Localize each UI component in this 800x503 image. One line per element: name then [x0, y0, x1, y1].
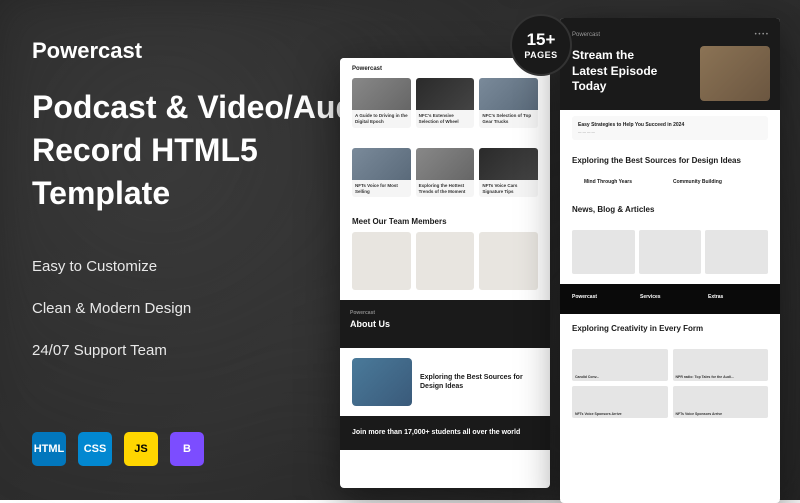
featured-card: Easy Strategies to Help You Succeed in 2…: [572, 116, 768, 140]
article-card: NFC's Extensive Selection of Wheel: [416, 78, 475, 128]
template-previews: 15+ PAGES Powercast A Guide to Driving i…: [340, 18, 780, 488]
article-card: NFC's Selection of Top Gear Trucks: [479, 78, 538, 128]
cta-banner: Join more than 17,000+ students all over…: [340, 416, 550, 450]
team-heading: Meet Our Team Members: [352, 217, 538, 226]
about-hero: Powercast About Us: [340, 300, 550, 348]
article-card: Exploring the Hottest Trends of the Mome…: [416, 148, 475, 198]
headline: Podcast & Video/Audio Record HTML5 Templ…: [32, 86, 392, 216]
video-card: NFTs Voice Sponsors Arrive: [673, 386, 769, 418]
news-card: [572, 230, 635, 274]
nav-brand: Powercast: [352, 66, 538, 72]
team-member: [352, 232, 411, 290]
team-member: [416, 232, 475, 290]
news-card: [705, 230, 768, 274]
article-card: A Guide to Driving in the Digital Epoch: [352, 78, 411, 128]
video-card: Candid Conv...: [572, 349, 668, 381]
badge-label: PAGES: [524, 50, 557, 60]
tech-badges: HTML CSS JS B: [32, 432, 204, 466]
js-icon: JS: [124, 432, 158, 466]
video-card: NPR radio: Top Tales for the Audi...: [673, 349, 769, 381]
explore-section: Exploring the Best Sources for Design Id…: [340, 348, 550, 416]
video-card: NFTs Voice Sponsors Arrive: [572, 386, 668, 418]
footer: Powercast Services Extras: [560, 284, 780, 314]
team-member: [479, 232, 538, 290]
badge-number: 15+: [527, 30, 556, 50]
hero-section: Powercast• • • • Stream the Latest Episo…: [560, 18, 780, 110]
article-card: NFTs Voice for Most Selling: [352, 148, 411, 198]
news-card: [639, 230, 702, 274]
preview-right: Powercast• • • • Stream the Latest Episo…: [560, 18, 780, 503]
article-card: NFTs Voice Cars Signature Tips: [479, 148, 538, 198]
css3-icon: CSS: [78, 432, 112, 466]
html5-icon: HTML: [32, 432, 66, 466]
explore-image: [352, 358, 412, 406]
bootstrap-icon: B: [170, 432, 204, 466]
preview-left: Powercast A Guide to Driving in the Digi…: [340, 58, 550, 488]
hero-image: [700, 46, 770, 101]
pages-badge: 15+ PAGES: [510, 14, 572, 76]
